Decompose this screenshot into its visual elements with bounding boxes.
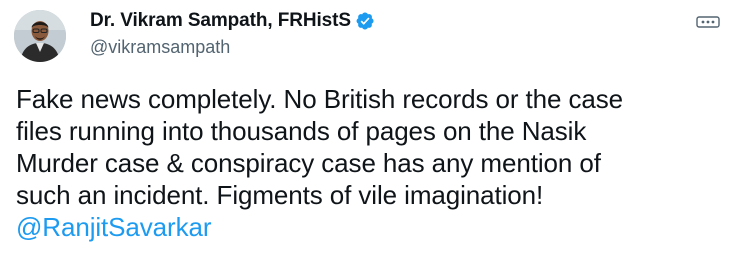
- mention-link[interactable]: @RanjitSavarkar: [16, 211, 716, 243]
- tweet-line: such an incident. Figments of vile imagi…: [16, 180, 544, 210]
- handle[interactable]: @vikramsampath: [90, 37, 375, 58]
- profile-photo-icon: [14, 10, 66, 62]
- more-options-icon[interactable]: [696, 16, 720, 28]
- tweet-card: Dr. Vikram Sampath, FRHistS @vikramsampa…: [0, 0, 740, 272]
- verified-badge-icon: [355, 11, 375, 31]
- avatar[interactable]: [14, 10, 66, 62]
- tweet-header: Dr. Vikram Sampath, FRHistS @vikramsampa…: [90, 8, 375, 58]
- tweet-line: Murder case & conspiracy case has any me…: [16, 148, 601, 178]
- name-row: Dr. Vikram Sampath, FRHistS: [90, 8, 375, 34]
- display-name[interactable]: Dr. Vikram Sampath, FRHistS: [90, 10, 351, 32]
- tweet-line: files running into thousands of pages on…: [16, 116, 587, 146]
- tweet-line: Fake news completely. No British records…: [16, 84, 624, 114]
- tweet-text: Fake news completely. No British records…: [16, 83, 716, 243]
